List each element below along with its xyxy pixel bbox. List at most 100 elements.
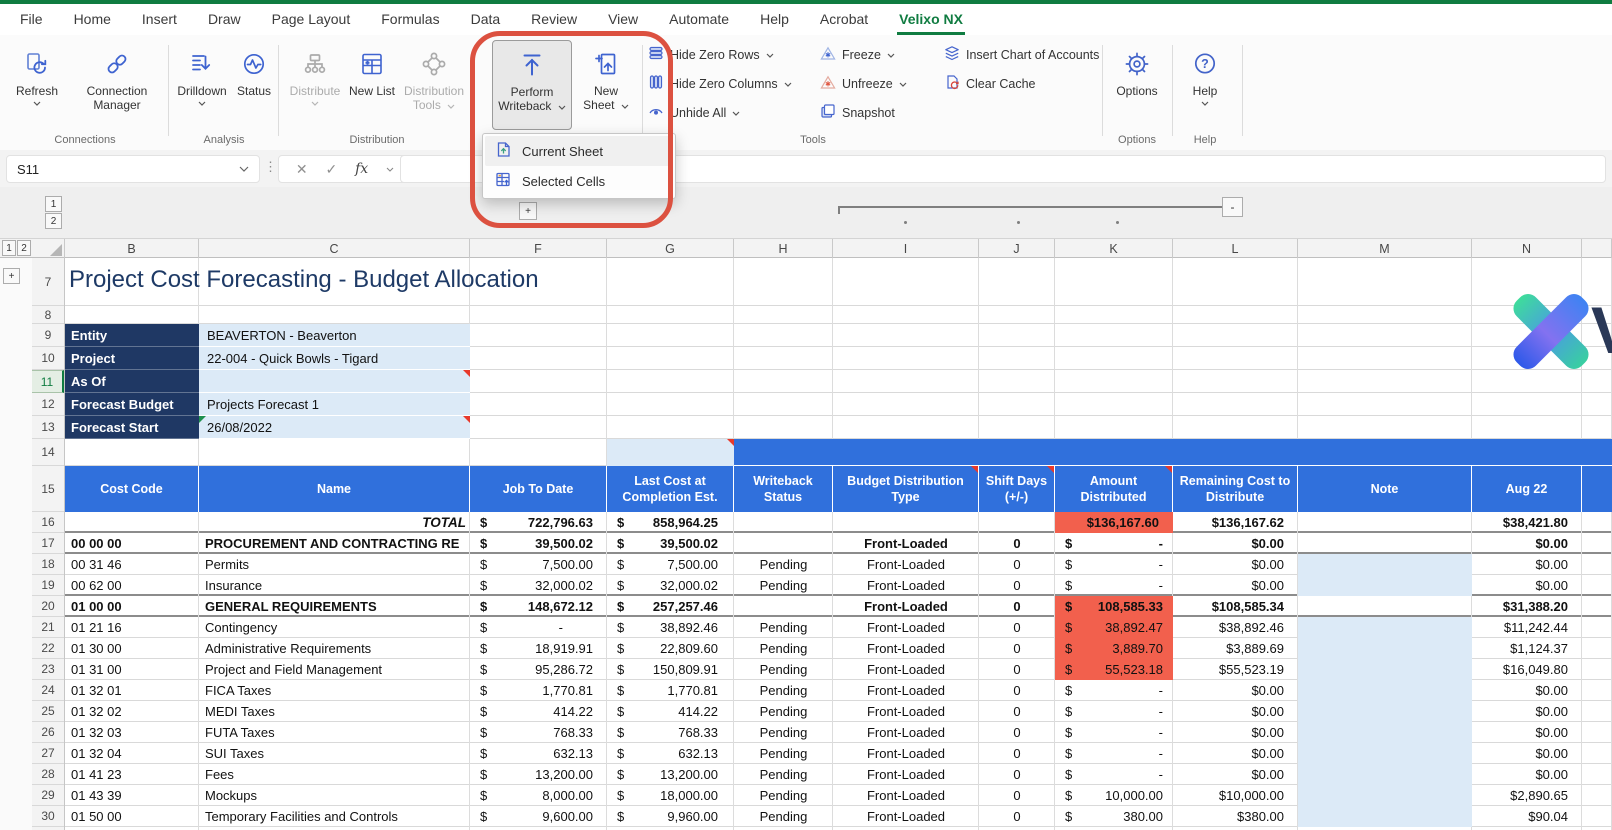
cell-J-28[interactable]: 0 [979,764,1055,785]
cell-I-23[interactable]: Front-Loaded [833,659,979,680]
cell-I-30[interactable]: Front-Loaded [833,806,979,827]
cell-F-19[interactable]: $32,000.02 [470,575,607,596]
cell-B-18[interactable]: 00 31 46 [65,554,199,575]
cell-G-24[interactable]: $1,770.81 [607,680,734,701]
cell-N-16[interactable]: $38,421.80 [1472,512,1582,533]
cell-K-21[interactable]: $38,892.47 [1055,617,1173,638]
cell-J-18[interactable]: 0 [979,554,1055,575]
cell-I-17[interactable]: Front-Loaded [833,533,979,554]
column-header-L[interactable]: L [1173,239,1298,258]
row-header-12[interactable]: 12 [32,393,64,416]
enter-icon[interactable]: ✓ [326,161,338,178]
cell-M-24[interactable] [1298,680,1472,701]
cell-N-19[interactable]: $0.00 [1472,575,1582,596]
distribute-button[interactable]: Distribute [284,40,346,130]
cell-I-20[interactable]: Front-Loaded [833,596,979,617]
column-header-H[interactable]: H [734,239,833,258]
cell-N-26[interactable]: $0.00 [1472,722,1582,743]
table-header-budget-distribution-type[interactable]: Budget Distribution Type [833,466,979,512]
cell-C-21[interactable]: Contingency [199,617,470,638]
column-header-B[interactable]: B [65,239,199,258]
cell-N-20[interactable]: $31,388.20 [1472,596,1582,617]
cell-L-26[interactable]: $0.00 [1173,722,1298,743]
sheet-title-cell[interactable]: Project Cost Forecasting - Budget Alloca… [69,266,539,294]
cell-F-16[interactable]: $722,796.63 [470,512,607,533]
row-header-26[interactable]: 26 [32,722,64,743]
cell-L-17[interactable]: $0.00 [1173,533,1298,554]
cell-L-16[interactable]: $136,167.62 [1173,512,1298,533]
cell-J-30[interactable]: 0 [979,806,1055,827]
row-header-28[interactable]: 28 [32,764,64,785]
cell-L-28[interactable]: $0.00 [1173,764,1298,785]
column-header-G[interactable]: G [607,239,734,258]
info-value-9[interactable]: BEAVERTON - Beaverton [199,324,470,347]
row-outline-level-2-button[interactable]: 2 [17,240,31,256]
help-button[interactable]: ? Help [1180,40,1230,130]
cell-F-17[interactable]: $39,500.02 [470,533,607,554]
cell-J-20[interactable]: 0 [979,596,1055,617]
cell-G-14[interactable] [607,439,734,466]
select-all-corner[interactable] [32,239,65,258]
cell-F-21[interactable]: $- [470,617,607,638]
cell-F-29[interactable]: $8,000.00 [470,785,607,806]
cell-F-25[interactable]: $414.22 [470,701,607,722]
cell-H-27[interactable]: Pending [734,743,833,764]
cell-I-28[interactable]: Front-Loaded [833,764,979,785]
table-header-cost-code[interactable]: Cost Code [65,466,199,512]
table-header-writeback-status[interactable]: Writeback Status [734,466,833,512]
cell-H-29[interactable]: Pending [734,785,833,806]
row-header-8[interactable]: 8 [32,306,64,324]
drilldown-button[interactable]: Drilldown [172,40,232,130]
cell-J-22[interactable]: 0 [979,638,1055,659]
info-value-10[interactable]: 22-004 - Quick Bowls - Tigard [199,347,470,370]
cell-F-23[interactable]: $95,286.72 [470,659,607,680]
cell-B-26[interactable]: 01 32 03 [65,722,199,743]
cell-M-21[interactable] [1298,617,1472,638]
connection-manager-button[interactable]: Connection Manager [70,40,164,130]
cell-H-30[interactable]: Pending [734,806,833,827]
table-header-name[interactable]: Name [199,466,470,512]
cell-I-18[interactable]: Front-Loaded [833,554,979,575]
row-header-25[interactable]: 25 [32,701,64,722]
cell-N-30[interactable]: $90.04 [1472,806,1582,827]
cell-K-17[interactable]: $- [1055,533,1173,554]
row-header-9[interactable]: 9 [32,324,64,347]
cell-C-18[interactable]: Permits [199,554,470,575]
cell-C-20[interactable]: GENERAL REQUIREMENTS [199,596,470,617]
cell-M-22[interactable] [1298,638,1472,659]
row-header-29[interactable]: 29 [32,785,64,806]
info-value-13[interactable]: 26/08/2022 [199,416,470,439]
cell-I-24[interactable]: Front-Loaded [833,680,979,701]
cell-J-25[interactable]: 0 [979,701,1055,722]
cell-B-30[interactable]: 01 50 00 [65,806,199,827]
cell-F-22[interactable]: $18,919.91 [470,638,607,659]
menu-tab-view[interactable]: View [606,6,640,35]
cell-I-26[interactable]: Front-Loaded [833,722,979,743]
cell-B-23[interactable]: 01 31 00 [65,659,199,680]
cell-H-18[interactable]: Pending [734,554,833,575]
menu-tab-automate[interactable]: Automate [667,6,731,35]
table-header-job-to-date[interactable]: Job To Date [470,466,607,512]
cell-K-23[interactable]: $55,523.18 [1055,659,1173,680]
cell-L-30[interactable]: $380.00 [1173,806,1298,827]
cell-M-25[interactable] [1298,701,1472,722]
menu-tab-home[interactable]: Home [72,6,113,35]
cell-M-19[interactable] [1298,575,1472,596]
menu-tab-help[interactable]: Help [758,6,791,35]
row-header-11[interactable]: 11 [32,370,64,393]
cell-B-24[interactable]: 01 32 01 [65,680,199,701]
row-header-17[interactable]: 17 [32,533,64,554]
cell-C-29[interactable]: Mockups [199,785,470,806]
column-header-J[interactable]: J [979,239,1055,258]
column-group-expand-button[interactable]: + [519,202,537,220]
cell-C-24[interactable]: FICA Taxes [199,680,470,701]
hide-zero-columns-button[interactable]: Hide Zero Columns [648,72,792,96]
info-label-as-of[interactable]: As Of [65,370,199,393]
cell-F-27[interactable]: $632.13 [470,743,607,764]
cell-N-24[interactable]: $0.00 [1472,680,1582,701]
row-header-24[interactable]: 24 [32,680,64,701]
row-header-19[interactable]: 19 [32,575,64,596]
cell-C-26[interactable]: FUTA Taxes [199,722,470,743]
cell-B-20[interactable]: 01 00 00 [65,596,199,617]
cell-F-28[interactable]: $13,200.00 [470,764,607,785]
